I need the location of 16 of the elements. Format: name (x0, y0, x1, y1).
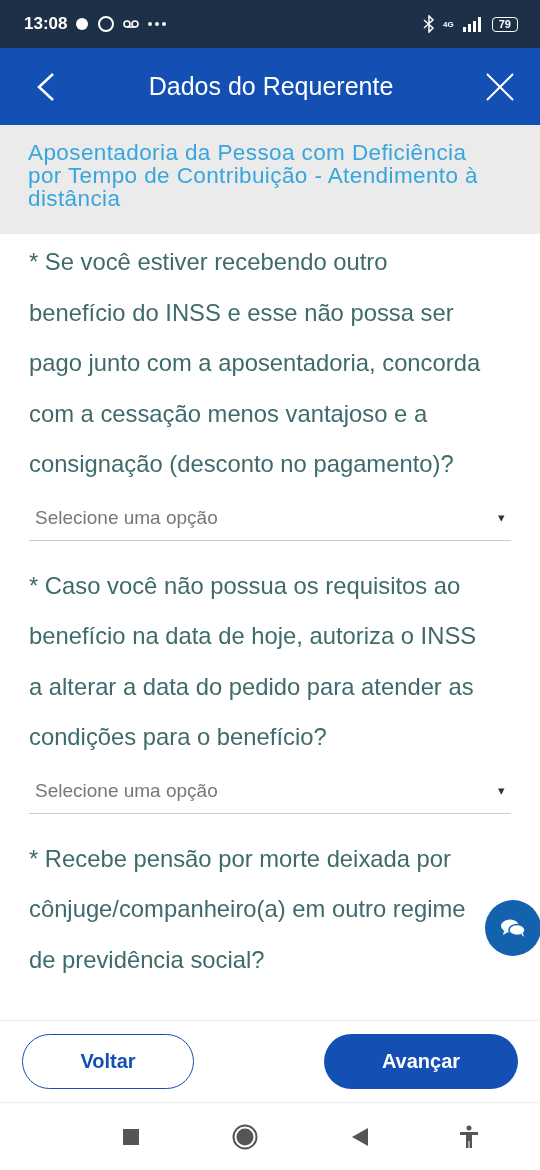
select-placeholder: Selecione uma opção (35, 506, 218, 529)
dropdown-arrow: ▾ (498, 510, 505, 525)
question-text: * Caso você não possua os requisitos ao benefício na data de hoje, autoriza o INSS a alterar a data do pedido para atender as condições para o benefício? (29, 570, 478, 752)
dropdown-arrow: ▾ (498, 783, 505, 798)
select-placeholder: Selecione uma opção (35, 779, 218, 802)
select-field[interactable]: Selecione uma opção ▾ (29, 495, 511, 541)
clock: 13:08 (24, 14, 68, 34)
back-button[interactable]: Voltar (22, 1034, 194, 1089)
service-name: Aposentadoria da Pessoa com Deficiência por Tempo de Contribuição - Atendimento à distância (28, 141, 479, 210)
question-text: * Se você estiver recebendo outro benefício do INSS e esse não possa ser pago junto com a aposentadoria, concorda com a cessação menos vantajoso e a consignação (desconto no pagamento)? (29, 247, 482, 479)
select-field[interactable]: Selecione uma opção ▾ (29, 768, 511, 814)
battery-level: 79 (491, 16, 518, 32)
network-label: 4G (443, 19, 454, 29)
next-button[interactable]: Avançar (324, 1034, 518, 1089)
page-title: Dados do Requerente (148, 72, 394, 101)
question-text: * Recebe pensão por morte deixada por cônjuge/companheiro(a) em outro regime de previdência social? (29, 843, 467, 975)
